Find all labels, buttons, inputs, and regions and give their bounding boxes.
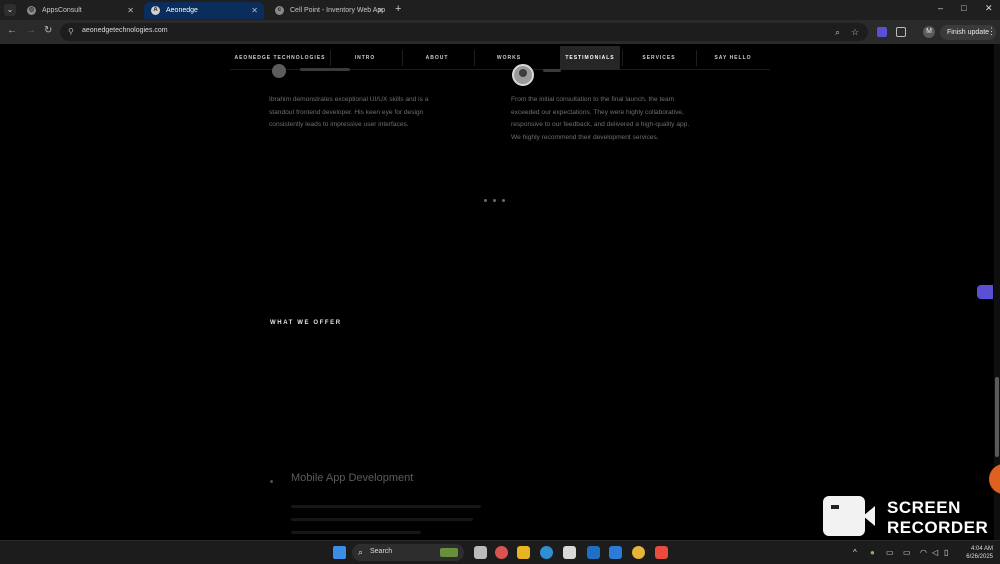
new-tab-button[interactable]: + [395, 3, 401, 15]
site-navigation: AEONEDGE TECHNOLOGIES INTRO ABOUT WORKS … [230, 46, 770, 70]
tab-cell-point[interactable]: c Cell Point - Inventory Web App ✕ [268, 2, 390, 19]
tray-display-icon[interactable]: ▭ [903, 548, 911, 557]
outlook-icon[interactable] [587, 546, 600, 559]
floating-widget-button[interactable] [977, 285, 993, 299]
maximize-button[interactable]: □ [961, 3, 966, 13]
quote-line: From the initial consultation to the fin… [511, 96, 675, 103]
app-icon: c [275, 6, 284, 15]
quote-line: standout frontend developer. His keen ey… [269, 108, 424, 116]
forward-arrow-icon[interactable]: → [26, 25, 36, 36]
nav-about[interactable]: ABOUT [402, 46, 472, 70]
quote-line: responsive to our feedback, and delivere… [511, 121, 690, 129]
service-bullet-icon [270, 480, 273, 483]
testimonial-name [300, 68, 350, 71]
tab-search-button[interactable]: ⌄ [4, 4, 16, 16]
watermark-line: RECORDER [887, 518, 989, 537]
carousel-dot[interactable] [484, 199, 487, 202]
globe-icon: ◎ [27, 6, 36, 15]
service-description-line [291, 518, 473, 521]
recorder-app-icon[interactable] [655, 546, 668, 559]
bookmark-star-icon[interactable]: ☆ [851, 27, 859, 38]
tab-title: Aeonedge [166, 7, 198, 14]
search-highlight-icon [440, 548, 458, 557]
watermark-line: SCREEN [887, 498, 961, 517]
profile-avatar[interactable]: M [923, 26, 935, 38]
tray-status-icon[interactable]: ● [870, 548, 875, 557]
quote-line: consistently leads to impressive user in… [269, 121, 409, 129]
floating-chat-button[interactable] [989, 464, 1000, 494]
tab-appsconsult[interactable]: ◎ AppsConsult ✕ [20, 2, 140, 19]
carousel-pagination [484, 189, 511, 207]
camera-icon [823, 496, 875, 536]
back-arrow-icon[interactable]: ← [7, 25, 17, 36]
close-tab-icon[interactable]: ✕ [251, 2, 258, 19]
vscode-icon[interactable] [609, 546, 622, 559]
extensions-puzzle-icon[interactable] [896, 27, 906, 37]
testimonial-quote: From the initial consultation to the fin… [511, 94, 689, 144]
browser-tab-strip: ⌄ ◎ AppsConsult ✕ A Aeonedge ✕ c Cell Po… [0, 0, 1000, 20]
page-scrollbar-thumb[interactable] [995, 377, 999, 457]
clock-time: 4:04 AM [970, 546, 993, 552]
tab-title: Cell Point - Inventory Web App [290, 7, 386, 14]
extension-icon[interactable] [877, 27, 887, 37]
chrome-icon[interactable] [632, 546, 645, 559]
wifi-icon[interactable]: ◠ [920, 548, 927, 557]
nav-say-hello[interactable]: SAY HELLO [696, 46, 770, 70]
tray-app-icon[interactable]: ▭ [886, 548, 894, 557]
testimonial-name [543, 69, 561, 72]
testimonial-avatar [512, 64, 534, 86]
taskbar-clock[interactable]: 4:04 AM 6/26/2025 [957, 545, 993, 561]
volume-icon[interactable]: ◁ [932, 548, 938, 557]
reload-icon[interactable]: ↻ [44, 25, 52, 36]
browser-menu-icon[interactable]: ⋮ [987, 26, 996, 37]
copilot-icon[interactable] [495, 546, 508, 559]
close-window-button[interactable]: ✕ [985, 3, 993, 14]
quote-line: Ibrahim demonstrates exceptional UI/UX s… [269, 96, 429, 103]
quote-line: We highly recommend their development se… [511, 133, 659, 141]
nav-testimonials[interactable]: TESTIMONIALS [560, 46, 620, 70]
close-tab-icon[interactable]: ✕ [377, 2, 384, 19]
tab-title: AppsConsult [42, 7, 82, 14]
web-page: AEONEDGE TECHNOLOGIES INTRO ABOUT WORKS … [0, 44, 1000, 540]
section-title-what-we-offer: WHAT WE OFFER [270, 320, 342, 326]
taskbar-search[interactable]: ⌕ Search [352, 544, 464, 561]
zoom-icon[interactable]: ⌕ [835, 27, 840, 38]
address-bar[interactable]: ⚲ aeonedgetechnologies.com [60, 23, 868, 41]
service-description-line [291, 505, 481, 508]
testimonial-avatar [272, 64, 286, 78]
browser-toolbar: ← → ↻ ⚲ aeonedgetechnologies.com [0, 20, 1000, 44]
taskbar-search-label: Search [370, 548, 393, 555]
search-icon: ⌕ [358, 547, 364, 557]
aeonedge-logo-icon: A [151, 6, 160, 15]
calendar-icon[interactable] [563, 546, 576, 559]
screen-recorder-watermark: SCREEN RECORDER [887, 498, 988, 538]
address-url[interactable]: aeonedgetechnologies.com [82, 27, 168, 34]
carousel-dot[interactable] [493, 199, 496, 202]
windows-start-icon[interactable] [333, 546, 346, 559]
testimonial-quote: Ibrahim demonstrates exceptional UI/UX s… [269, 94, 428, 132]
nav-works[interactable]: WORKS [474, 46, 544, 70]
nav-services[interactable]: SERVICES [622, 46, 696, 70]
edge-icon[interactable] [540, 546, 553, 559]
service-description-line [291, 531, 421, 534]
minimize-button[interactable]: – [938, 3, 943, 13]
carousel-dot[interactable] [502, 199, 505, 202]
quote-line: exceeded our expectations. They were hig… [511, 108, 684, 116]
windows-taskbar: ⌕ Search ^ ● ▭ ▭ ◠ ◁ ▯ 4:04 AM 6/26/2025 [0, 540, 1000, 564]
tab-aeonedge[interactable]: A Aeonedge ✕ [144, 2, 264, 19]
file-explorer-icon[interactable] [517, 546, 530, 559]
tray-chevron-up-icon[interactable]: ^ [853, 548, 857, 557]
clock-date: 6/26/2025 [966, 554, 993, 560]
site-info-icon[interactable]: ⚲ [68, 27, 74, 36]
service-title[interactable]: Mobile App Development [291, 472, 413, 484]
battery-icon[interactable]: ▯ [944, 548, 948, 557]
nav-intro[interactable]: INTRO [330, 46, 400, 70]
close-tab-icon[interactable]: ✕ [127, 2, 134, 19]
task-view-icon[interactable] [474, 546, 487, 559]
